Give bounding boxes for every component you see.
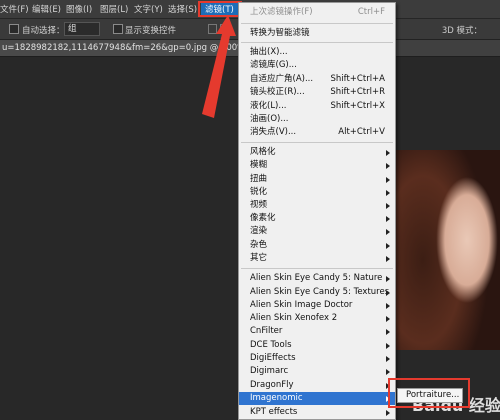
menu-item-label: 自适应广角(A)... — [250, 74, 314, 84]
menu-item-digimarc[interactable]: Digimarc — [239, 365, 395, 378]
menu-item-label: CnFilter — [250, 326, 283, 336]
menu-item-shortcut: Shift+Ctrl+R — [330, 87, 385, 97]
menu-item-shortcut: Alt+Ctrl+V — [338, 127, 385, 137]
menu-item-label: Alien Skin Eye Candy 5: Nature — [250, 273, 383, 283]
menu-item-adaptive-wide-angle[interactable]: 自适应广角(A)... Shift+Ctrl+A — [239, 73, 395, 86]
menu-item-stylize[interactable]: 风格化 — [239, 146, 395, 159]
menu-item-imagenomic[interactable]: Imagenomic — [239, 392, 395, 405]
submenu-arrow-icon — [386, 163, 390, 169]
menu-item-extract[interactable]: 抽出(X)... — [239, 46, 395, 59]
submenu-arrow-icon — [386, 243, 390, 249]
submenu-arrow-icon — [386, 150, 390, 156]
menu-item-noise[interactable]: 杂色 — [239, 239, 395, 252]
menu-item-label: 渲染 — [250, 226, 268, 236]
submenu-arrow-icon — [386, 329, 390, 335]
menu-item-label: Alien Skin Image Doctor — [250, 300, 353, 310]
menu-item-label: 滤镜库(G)... — [250, 60, 297, 70]
submenu-item-portraiture[interactable]: Portraiture... — [397, 388, 463, 403]
menu-item-label: 镜头校正(R)... — [250, 87, 305, 97]
menu-item-label: 像素化 — [250, 213, 276, 223]
submenu-arrow-icon — [386, 216, 390, 222]
submenu-arrow-icon — [386, 410, 390, 416]
submenu-arrow-icon — [386, 190, 390, 196]
menu-item-label: Alien Skin Xenofex 2 — [250, 313, 338, 323]
menu-item-shortcut: Ctrl+F — [357, 7, 385, 17]
submenu-arrow-icon — [386, 316, 390, 322]
filter-dropdown-menu: 上次滤镜操作(F) Ctrl+F 转换为智能滤镜 抽出(X)... 滤镜库(G)… — [238, 2, 396, 420]
menu-item-digieffects[interactable]: DigiEffects — [239, 352, 395, 365]
menu-item-shortcut: Shift+Ctrl+A — [330, 74, 385, 84]
menu-separator — [241, 42, 393, 43]
submenu-arrow-icon — [386, 369, 390, 375]
menu-item-liquify[interactable]: 液化(L)... Shift+Ctrl+X — [239, 100, 395, 113]
menu-item-image-doctor[interactable]: Alien Skin Image Doctor — [239, 299, 395, 312]
menu-item-eye-candy-nature[interactable]: Alien Skin Eye Candy 5: Nature — [239, 272, 395, 285]
menu-item-render[interactable]: 渲染 — [239, 225, 395, 238]
menu-item-label: 抽出(X)... — [250, 47, 288, 57]
menu-item-lens-correction[interactable]: 镜头校正(R)... Shift+Ctrl+R — [239, 86, 395, 99]
menu-item-label: 其它 — [250, 253, 268, 263]
menu-item-pixelate[interactable]: 像素化 — [239, 212, 395, 225]
menu-item-label: 锐化 — [250, 187, 268, 197]
menu-item-label: 扭曲 — [250, 174, 268, 184]
menu-item-label: Imagenomic — [250, 393, 303, 403]
menu-item-dragonfly[interactable]: DragonFly — [239, 379, 395, 392]
menu-item-oil-paint[interactable]: 油画(O)... — [239, 113, 395, 126]
menu-item-filter-gallery[interactable]: 滤镜库(G)... — [239, 59, 395, 72]
submenu-arrow-icon — [386, 290, 390, 296]
menu-item-label: 转换为智能滤镜 — [250, 28, 310, 38]
menu-item-distort[interactable]: 扭曲 — [239, 173, 395, 186]
submenu-arrow-icon — [386, 356, 390, 362]
submenu-arrow-icon — [386, 256, 390, 262]
menu-item-other[interactable]: 其它 — [239, 252, 395, 265]
menu-item-label: 风格化 — [250, 147, 276, 157]
menu-item-label: 油画(O)... — [250, 114, 289, 124]
menu-item-cnfilter[interactable]: CnFilter — [239, 325, 395, 338]
menu-item-convert-smart-filter[interactable]: 转换为智能滤镜 — [239, 27, 395, 40]
menu-item-blur[interactable]: 模糊 — [239, 159, 395, 172]
menu-separator — [241, 268, 393, 269]
submenu-arrow-icon — [386, 343, 390, 349]
menu-separator — [241, 142, 393, 143]
menu-item-label: DigiEffects — [250, 353, 296, 363]
menu-separator — [241, 23, 393, 24]
menu-item-label: Alien Skin Eye Candy 5: Textures — [250, 287, 390, 297]
menu-item-label: Digimarc — [250, 366, 289, 376]
submenu-arrow-icon — [386, 303, 390, 309]
menu-item-label: 上次滤镜操作(F) — [250, 7, 313, 17]
menu-item-label: 模糊 — [250, 160, 268, 170]
menu-item-sharpen[interactable]: 锐化 — [239, 186, 395, 199]
submenu-arrow-icon — [386, 203, 390, 209]
menu-item-last-filter[interactable]: 上次滤镜操作(F) Ctrl+F — [239, 6, 395, 19]
menu-item-label: DCE Tools — [250, 340, 292, 350]
menu-item-label: 视频 — [250, 200, 268, 210]
menu-item-xenofex[interactable]: Alien Skin Xenofex 2 — [239, 312, 395, 325]
menu-item-label: DragonFly — [250, 380, 294, 390]
menu-item-shortcut: Shift+Ctrl+X — [330, 101, 385, 111]
menu-item-eye-candy-textures[interactable]: Alien Skin Eye Candy 5: Textures — [239, 286, 395, 299]
menu-item-dce-tools[interactable]: DCE Tools — [239, 339, 395, 352]
submenu-arrow-icon — [386, 177, 390, 183]
menu-item-label: 消失点(V)... — [250, 127, 297, 137]
menu-item-label: 杂色 — [250, 240, 268, 250]
menu-item-label: KPT effects — [250, 407, 298, 417]
submenu-arrow-icon — [386, 276, 390, 282]
menu-item-kpt-effects[interactable]: KPT effects — [239, 406, 395, 419]
menu-item-label: 液化(L)... — [250, 101, 287, 111]
submenu-arrow-icon — [386, 229, 390, 235]
menu-item-video[interactable]: 视频 — [239, 199, 395, 212]
menu-item-vanishing-point[interactable]: 消失点(V)... Alt+Ctrl+V — [239, 126, 395, 139]
